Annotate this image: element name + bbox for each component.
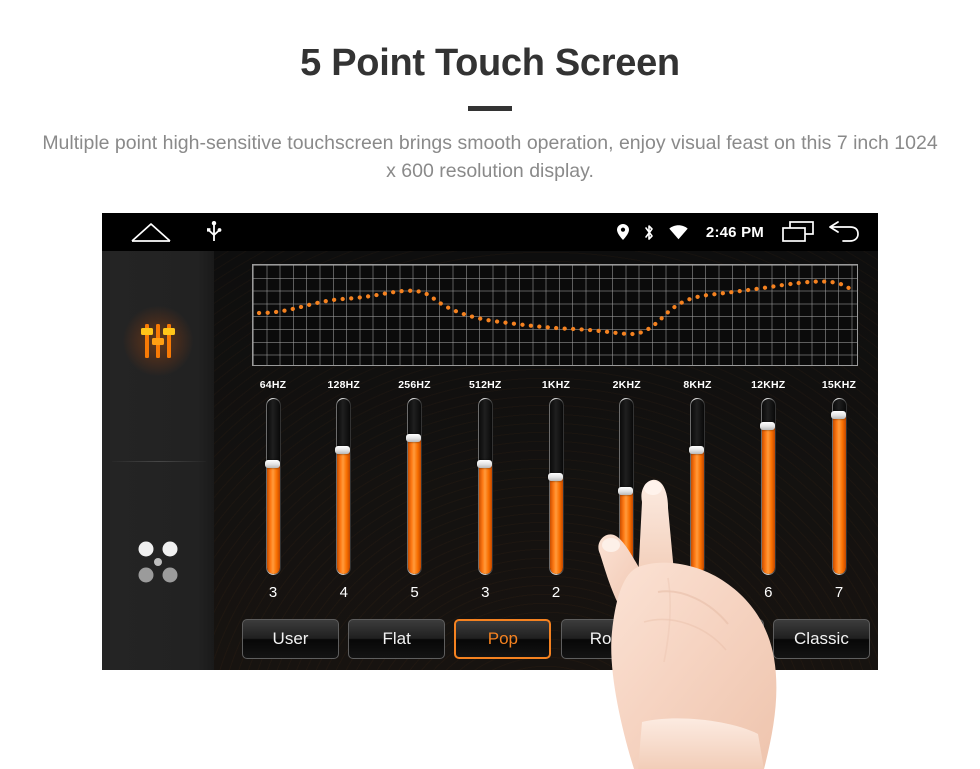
eq-band-slider-track <box>549 399 563 574</box>
page-subtitle: Multiple point high-sensitive touchscree… <box>42 131 938 182</box>
wifi-icon <box>669 224 688 240</box>
eq-band-slider[interactable] <box>618 398 635 575</box>
recent-apps-icon[interactable] <box>782 221 814 243</box>
device-screen: 2:46 PM 64HZ 3 128HZ 4 256HZ 5 512HZ 3 1… <box>102 213 878 670</box>
eq-band-slider-fill <box>832 416 846 574</box>
eq-band-15khz[interactable]: 15KHZ 7 <box>808 379 870 634</box>
eq-band-slider[interactable] <box>264 398 281 575</box>
eq-presets: User Flat Pop Rock Jazz Classic <box>242 618 870 660</box>
eq-band-label: 256HZ <box>398 379 431 391</box>
eq-band-value: 4 <box>339 584 348 601</box>
eq-band-slider[interactable] <box>547 398 564 575</box>
eq-band-slider-track <box>832 399 846 574</box>
usb-icon[interactable] <box>206 221 222 243</box>
eq-band-slider[interactable] <box>476 398 493 575</box>
eq-band-slider[interactable] <box>830 398 847 575</box>
eq-band-value: 2 <box>551 584 561 601</box>
eq-band-64hz[interactable]: 64HZ 3 <box>242 379 304 634</box>
eq-band-slider-thumb[interactable] <box>264 460 280 468</box>
eq-band-label: 12KHZ <box>751 379 786 391</box>
eq-band-value: 3 <box>268 584 278 601</box>
preset-button-classic[interactable]: Classic <box>772 619 870 659</box>
page-root: 5 Point Touch Screen Multiple point high… <box>0 0 980 769</box>
eq-band-slider-fill <box>549 478 563 574</box>
eq-band-slider-track <box>478 399 492 574</box>
eq-band-slider-fill <box>478 465 492 574</box>
eq-band-slider-thumb[interactable] <box>618 487 634 495</box>
eq-band-slider-fill <box>408 439 421 574</box>
eq-band-512hz[interactable]: 512HZ 3 <box>454 379 516 634</box>
eq-band-value: 1 <box>622 584 631 601</box>
status-bar-left <box>102 221 222 243</box>
eq-band-value: 3 <box>481 584 490 601</box>
eq-band-slider-fill <box>337 451 351 574</box>
eq-band-slider-track <box>266 399 280 574</box>
eq-band-slider-fill <box>620 492 634 574</box>
eq-band-label: 128HZ <box>327 379 360 391</box>
status-time: 2:46 PM <box>705 223 764 241</box>
location-pin-icon <box>616 224 629 240</box>
equalizer-panel: 64HZ 3 128HZ 4 256HZ 5 512HZ 3 1KHZ 2 2KHZ 1 8KHZ 4 12… <box>214 251 878 670</box>
eq-band-slider-thumb[interactable] <box>689 446 704 454</box>
eq-band-slider-thumb[interactable] <box>759 422 775 430</box>
bluetooth-icon <box>643 224 655 241</box>
eq-band-slider-thumb[interactable] <box>406 434 421 442</box>
eq-band-slider[interactable] <box>689 398 705 575</box>
apps-dots-icon <box>132 537 184 592</box>
page-title: 5 Point Touch Screen <box>300 42 680 84</box>
sidebar-divider <box>112 461 206 462</box>
eq-band-2khz[interactable]: 2KHZ 1 <box>596 379 658 634</box>
eq-band-slider-thumb[interactable] <box>830 411 846 419</box>
eq-band-label: 8KHZ <box>683 379 712 391</box>
equalizer-icon <box>123 306 193 376</box>
eq-band-slider[interactable] <box>335 398 352 575</box>
home-icon[interactable] <box>130 221 172 243</box>
status-bar-right: 2:46 PM <box>616 213 860 251</box>
eq-response-graph <box>252 264 858 366</box>
preset-button-rock[interactable]: Rock <box>560 619 658 659</box>
eq-band-value: 5 <box>410 584 419 601</box>
preset-button-user[interactable]: User <box>242 619 339 659</box>
eq-band-label: 2KHZ <box>612 379 641 391</box>
eq-band-1khz[interactable]: 1KHZ 2 <box>525 379 587 634</box>
sidebar <box>102 251 214 670</box>
preset-button-flat[interactable]: Flat <box>348 619 446 659</box>
eq-band-slider-thumb[interactable] <box>547 473 563 481</box>
header: 5 Point Touch Screen Multiple point high… <box>0 0 980 185</box>
eq-band-slider-fill <box>761 427 775 574</box>
eq-band-value: 7 <box>834 584 844 601</box>
sidebar-item-apps[interactable] <box>102 469 214 659</box>
preset-button-jazz[interactable]: Jazz <box>666 619 764 659</box>
eq-band-8khz[interactable]: 8KHZ 4 <box>667 379 729 634</box>
eq-band-label: 15KHZ <box>821 379 857 391</box>
eq-band-slider-track <box>337 399 351 574</box>
eq-sliders: 64HZ 3 128HZ 4 256HZ 5 512HZ 3 1KHZ 2 2KHZ 1 8KHZ 4 12… <box>242 379 870 634</box>
eq-band-slider-track <box>691 399 704 574</box>
eq-band-slider[interactable] <box>406 398 422 575</box>
eq-band-128hz[interactable]: 128HZ 4 <box>313 379 375 634</box>
eq-band-label: 1KHZ <box>541 379 571 391</box>
eq-band-slider-fill <box>691 451 704 574</box>
back-arrow-icon[interactable] <box>828 221 860 243</box>
eq-band-value: 4 <box>693 584 702 601</box>
eq-band-256hz[interactable]: 256HZ 5 <box>384 379 446 634</box>
eq-curve <box>256 279 856 337</box>
eq-band-12khz[interactable]: 12KHZ 6 <box>737 379 799 634</box>
eq-band-slider-thumb[interactable] <box>476 460 492 468</box>
eq-band-label: 64HZ <box>259 379 287 391</box>
title-divider <box>468 105 512 111</box>
eq-band-label: 512HZ <box>468 379 502 391</box>
eq-band-value: 6 <box>764 584 773 601</box>
eq-band-slider-track <box>408 399 421 574</box>
eq-band-slider-thumb[interactable] <box>335 446 351 454</box>
status-bar: 2:46 PM <box>102 213 878 251</box>
preset-button-pop[interactable]: Pop <box>454 619 552 659</box>
eq-band-slider-fill <box>266 465 280 574</box>
eq-band-slider[interactable] <box>759 398 776 575</box>
sidebar-item-equalizer[interactable] <box>102 251 214 431</box>
